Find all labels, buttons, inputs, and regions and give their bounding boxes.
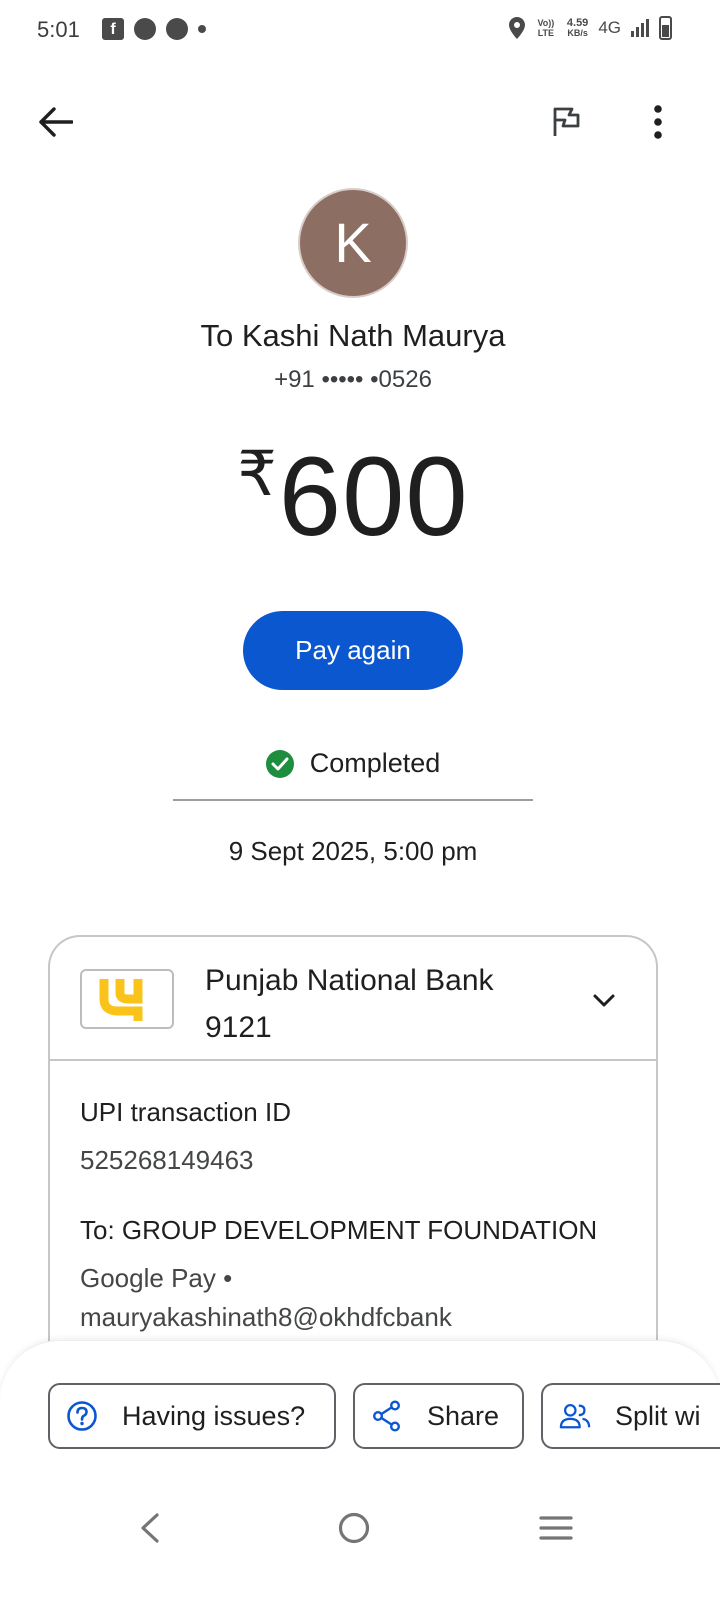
group-icon	[559, 1400, 591, 1432]
chevron-down-icon	[593, 994, 615, 1007]
having-issues-button[interactable]: Having issues?	[48, 1383, 336, 1449]
signal-icon	[631, 19, 649, 37]
avatar: K	[298, 188, 408, 298]
upi-id-label: UPI transaction ID	[80, 1097, 291, 1127]
bank-logo	[80, 969, 174, 1029]
bank-account-header[interactable]: Punjab National Bank 9121	[50, 937, 656, 1061]
status-time: 5:01	[37, 17, 80, 42]
speed-unit: KB/s	[567, 28, 588, 38]
nav-menu-icon	[539, 1516, 573, 1540]
more-notifications-icon	[198, 25, 206, 33]
more-vert-icon	[654, 105, 662, 139]
more-options-button[interactable]	[636, 100, 680, 144]
share-icon	[371, 1400, 403, 1432]
amount-value: 600	[278, 434, 469, 559]
recipient-upi-address: mauryakashinath8@okhdfcbank	[80, 1302, 452, 1332]
location-icon	[508, 17, 525, 39]
nav-home-icon	[338, 1512, 370, 1544]
upi-id-value: 525268149463	[80, 1145, 254, 1175]
expand-button[interactable]	[582, 979, 626, 1023]
status-text: Completed	[309, 748, 441, 778]
bank-account-name: Punjab National Bank 9121	[205, 964, 494, 1044]
volte-indicator: Vo)) LTE	[537, 18, 555, 38]
speed-value: 4.59	[566, 17, 589, 29]
currency-symbol: ₹	[237, 440, 277, 509]
share-label: Share	[427, 1400, 500, 1431]
nav-back-icon	[141, 1513, 159, 1543]
pnb-logo-icon	[99, 979, 143, 1021]
payee-phone: +91 ••••• •0526	[274, 366, 432, 393]
network-speed: 4.59 KB/s	[566, 17, 589, 39]
recipient-label: To: GROUP DEVELOPMENT FOUNDATION	[80, 1215, 598, 1245]
action-sheet	[0, 1340, 720, 1600]
battery-icon	[659, 16, 672, 40]
payee-name: To Kashi Nath Maurya	[200, 318, 506, 353]
payment-amount: ₹600	[0, 432, 706, 561]
having-issues-label: Having issues?	[122, 1400, 306, 1431]
payment-status: Completed	[0, 748, 706, 779]
network-type: 4G	[598, 18, 621, 37]
divider	[173, 799, 533, 801]
notification-icons: f	[102, 18, 206, 40]
check-circle-icon	[265, 749, 294, 778]
back-button[interactable]	[34, 100, 78, 144]
nav-home-button[interactable]	[334, 1508, 374, 1548]
flag-icon	[553, 107, 580, 136]
split-button[interactable]: Split wi	[541, 1383, 720, 1449]
pay-again-button[interactable]: Pay again	[243, 611, 463, 690]
system-icons: Vo)) LTE 4.59 KB/s 4G	[508, 16, 672, 40]
report-button[interactable]	[544, 100, 588, 144]
split-label: Split wi	[615, 1400, 701, 1431]
nav-back-button[interactable]	[130, 1508, 170, 1548]
app-notification-icon	[166, 18, 188, 40]
nav-recents-button[interactable]	[536, 1508, 576, 1548]
status-bar: 5:01 f Vo)) LTE 4.59 KB/s 4G	[0, 0, 720, 60]
arrow-left-icon	[39, 107, 73, 137]
share-button[interactable]: Share	[353, 1383, 524, 1449]
facebook-icon: f	[102, 18, 124, 40]
help-icon	[66, 1400, 98, 1432]
messenger-icon	[134, 18, 156, 40]
recipient-line-1: Google Pay •	[80, 1263, 233, 1293]
transaction-datetime: 9 Sept 2025, 5:00 pm	[228, 836, 478, 866]
